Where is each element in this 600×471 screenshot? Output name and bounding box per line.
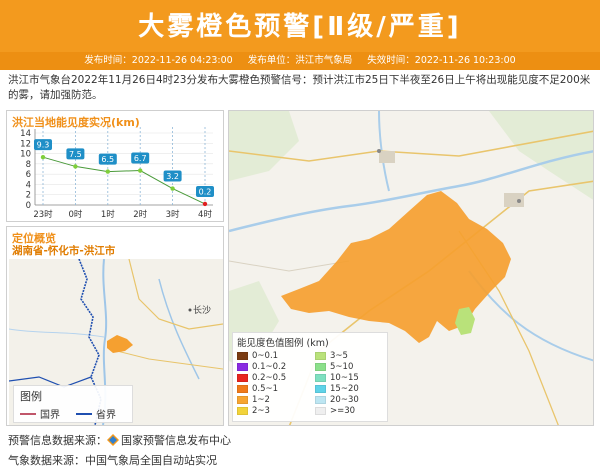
x-tick-label: 23时 [33,209,53,220]
visibility-legend-item: 3~5 [315,351,387,361]
publisher: 发布单位：洪江市气象局 [247,55,353,66]
legend-label: 0.2~0.5 [252,373,287,383]
location-subtitle: 湖南省-怀化市-洪江市 [12,245,116,257]
warning-source-name[interactable]: 国家预警信息发布中心 [121,434,231,447]
data-label: 6.7 [134,154,147,163]
x-tick-label: 4时 [198,209,212,220]
visibility-legend-item: 10~15 [315,373,387,383]
country-border-line-icon [20,412,36,415]
data-point [202,201,208,207]
legend-swatch-icon [237,352,248,360]
visibility-legend-item: 20~30 [315,395,387,405]
legend-swatch-icon [315,352,326,360]
legend-label: 0.5~1 [252,384,279,394]
legend-label: 0.1~0.2 [252,362,287,372]
visibility-legend-grid: 0~0.1 3~5 0.1~0.2 5~10 0.2~0.5 10~15 0.5~1 15~2… [237,351,383,416]
data-point [73,164,78,169]
legend-swatch-icon [237,396,248,404]
data-point [40,154,46,160]
x-tick-label: 1时 [101,209,115,220]
data-label: 9.3 [37,141,50,150]
legend-label: 1~2 [252,395,270,405]
legend-label: 5~10 [330,362,354,372]
legend-swatch-icon [237,363,248,371]
expire-time: 失效时间：2022-11-26 10:23:00 [367,55,516,66]
visibility-legend-item: 0~0.1 [237,351,315,361]
legend-swatch-icon [237,374,248,382]
legend-swatch-icon [315,374,326,382]
x-tick-label: 3时 [166,209,180,220]
data-label: 6.5 [101,155,114,164]
warning-center-logo-icon [107,434,119,446]
visibility-legend-item: 0.1~0.2 [237,362,315,372]
visibility-panel: 洪江当地能见度实况(km) 0 2 4 6 8 10 12 14 23时 0时 1时 2时 3时 4时 9.… [6,110,224,222]
alert-notice: 洪江市气象台2022年11月26日4时23分发布大雾橙色预警信号：预计洪江市25… [8,74,591,101]
province-border-line-icon [76,412,92,415]
location-legend-title: 图例 [20,390,42,403]
alert-title: 大雾橙色预警[Ⅱ级/严重] [138,12,462,42]
legend-label: 15~20 [330,384,359,394]
visibility-legend-item: 0.2~0.5 [237,373,315,383]
legend-swatch-icon [315,396,326,404]
alert-header: 大雾橙色预警[Ⅱ级/严重] 发布时间：2022-11-26 04:23:00 发… [0,0,600,70]
x-tick-label: 0时 [68,209,82,220]
data-point [138,168,143,173]
legend-country-border: 国界 [20,406,60,421]
data-point [105,169,111,174]
alert-meta: 发布时间：2022-11-26 04:23:00 发布单位：洪江市气象局 失效时… [0,52,600,70]
visibility-legend-title: 能见度色值图例 (km) [237,338,329,349]
y-tick-label: 14 [20,129,31,139]
legend-label: 0~0.1 [252,351,279,361]
legend-swatch-icon [315,363,326,371]
legend-swatch-icon [315,407,326,415]
legend-label: 10~15 [330,373,359,383]
visibility-legend: 能见度色值图例 (km) 0~0.1 3~5 0.1~0.2 5~10 0.2~0.5 1… [232,332,388,422]
y-tick-label: 0 [26,201,31,211]
location-legend: 图例 国界 省界 [13,385,133,423]
legend-province-border: 省界 [76,406,116,421]
data-point [170,186,175,191]
y-tick-label: 10 [20,150,31,160]
changsha-label: 长沙 [193,304,211,316]
visibility-legend-item: >=30 [315,406,387,416]
visibility-legend-item: 2~3 [237,406,315,416]
y-tick-label: 4 [26,180,31,190]
legend-label: >=30 [330,406,356,416]
visibility-legend-item: 15~20 [315,384,387,394]
weather-source: 气象数据来源：中国气象局全国自动站实况 [8,454,217,467]
legend-label: 3~5 [330,351,348,361]
legend-label: 20~30 [330,395,359,405]
legend-swatch-icon [237,385,248,393]
visibility-legend-item: 5~10 [315,362,387,372]
legend-label: 2~3 [252,406,270,416]
y-tick-label: 2 [26,191,31,201]
data-label: 3.2 [166,172,179,181]
visibility-legend-item: 0.5~1 [237,384,315,394]
warning-source: 预警信息数据来源： 国家预警信息发布中心 [8,434,231,447]
y-tick-label: 12 [20,139,31,149]
visibility-legend-item: 1~2 [237,395,315,405]
data-label: 0.2 [199,187,212,196]
visibility-chart: 02468101214 23时 0时 1时 2时 3时 4时 9.3 7.5 6.5 6.7 3.2 0… [20,127,214,220]
legend-swatch-icon [237,407,248,415]
y-tick-label: 6 [26,170,31,180]
legend-swatch-icon [315,385,326,393]
x-tick-label: 2时 [133,209,147,220]
y-tick-label: 8 [26,160,31,170]
data-label: 7.5 [69,150,82,159]
location-panel: 定位概览 湖南省-怀化市-洪江市 长沙 图例 国界 省界 [6,226,224,426]
publish-time: 发布时间：2022-11-26 04:23:00 [84,55,233,66]
